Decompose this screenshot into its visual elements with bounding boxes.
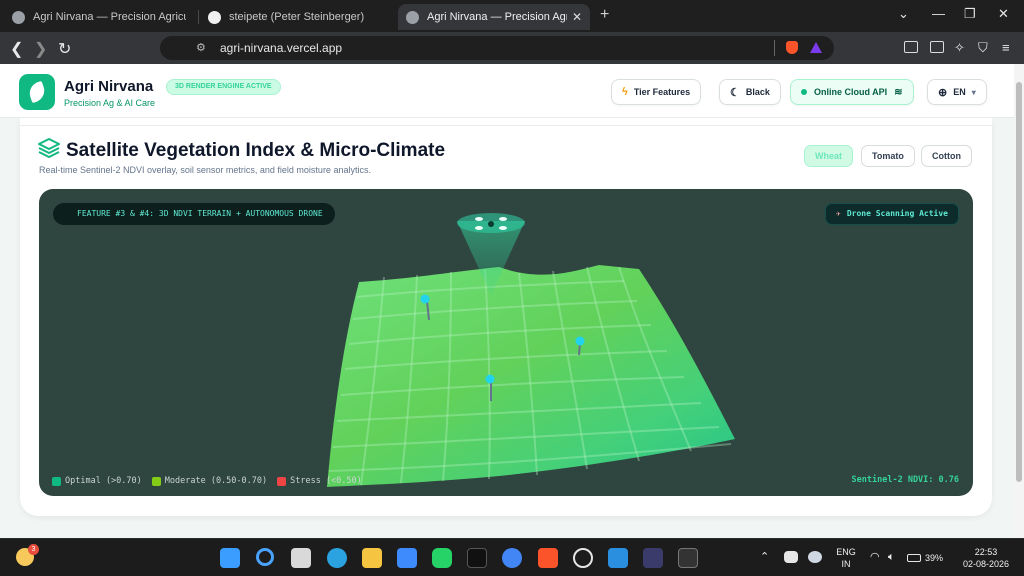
file-explorer-icon[interactable] [362,548,382,568]
section-title: Satellite Vegetation Index & Micro-Clima… [66,140,446,161]
brave-shields-icon[interactable] [786,41,798,54]
github-desktop-icon[interactable] [467,548,487,568]
drone-status-badge: ✈ Drone Scanning Active [825,203,959,225]
cloud-status-label: Online Cloud API [814,87,888,97]
show-hidden-icons[interactable]: ⌃ [760,551,769,563]
legend-item-optimal: Optimal (>0.70) [52,476,142,486]
battery-percent: 39% [925,553,944,563]
language-label: EN [953,87,966,97]
telegram-icon[interactable] [327,548,347,568]
brand-name: Agri Nirvana [64,78,154,95]
cloud-api-status[interactable]: Online Cloud API ≋ [790,79,914,105]
windows-taskbar: 3 ⌃ ENG IN ◠ 🔈︎ 39% 22:53 02-08-2026 [0,538,1024,576]
wifi-icon: ≋ [894,86,903,98]
crop-tomato-button[interactable]: Tomato [861,145,915,167]
back-icon[interactable]: ❮ [10,39,23,59]
lightning-icon: ϟ [622,86,628,98]
drone-status-label: Drone Scanning Active [846,209,948,218]
app-header: Agri Nirvana Precision Ag & AI Care 3D R… [0,64,1014,118]
vpn-shield-icon[interactable]: ⛉ [978,40,988,56]
brand-tagline: Precision Ag & AI Care [64,98,156,108]
url-text: agri-nirvana.vercel.app [220,41,343,55]
crop-cotton-button[interactable]: Cotton [921,145,972,167]
theme-toggle-button[interactable]: ☾ Black [719,79,781,105]
layers-icon [38,138,60,158]
github-icon [208,10,221,24]
address-bar[interactable]: ⚙ agri-nirvana.vercel.app [160,36,834,60]
tab-title: steipete (Peter Steinberger) [229,11,365,23]
crop-wheat-button[interactable]: Wheat [804,145,853,167]
legend-item-moderate: Moderate (0.50-0.70) [151,476,267,486]
app-cube-icon[interactable] [678,548,698,568]
page-content: Agri Nirvana Precision Ag & AI Care 3D R… [0,64,1014,538]
tab-steipete[interactable]: steipete (Peter Steinberger) [200,4,392,30]
windows-start-icon[interactable] [220,548,240,568]
page-scrollbar[interactable] [1014,64,1024,538]
battery-icon[interactable] [907,554,921,562]
tab-agri-nirvana-active[interactable]: Agri Nirvana — Precision Agricul ✕ [398,4,590,30]
feature-badge: FEATURE #3 & #4: 3D NDVI TERRAIN + AUTON… [53,203,335,225]
system-clock[interactable]: 22:53 02-08-2026 [955,546,1017,570]
tier-features-label: Tier Features [633,87,691,97]
menu-icon[interactable]: ≡ [1002,40,1010,55]
globe-icon: ⊕ [938,86,948,99]
whatsapp-icon[interactable] [432,548,452,568]
forward-icon[interactable]: ❯ [34,39,47,59]
leaf-icon [26,80,48,104]
input-language[interactable]: ENG IN [834,546,858,570]
moon-icon: ☾ [730,86,740,99]
browser-toolbar: ❮ ❯ ↻ ☐ ⚙ agri-nirvana.vercel.app ✧ ⛉ ≡ [0,32,1024,64]
search-icon[interactable] [256,548,274,566]
sidebar-icon[interactable] [904,41,918,53]
drone-icon: ✈ [836,209,841,218]
ndvi-legend: Optimal (>0.70) Moderate (0.50-0.70) Str… [52,476,372,486]
language-selector[interactable]: ⊕ EN ▾ [927,79,987,105]
browser-tab-strip: Agri Nirvana — Precision Agriculture ste… [0,0,1024,32]
vscode-icon[interactable] [608,548,628,568]
close-window-icon[interactable]: ✕ [998,6,1009,22]
legend-item-stress: Stress (<0.50) [277,476,362,486]
tab-search-chevron-icon[interactable]: ⌄ [898,6,909,22]
antigravity-icon[interactable] [643,548,663,568]
tab-title: Agri Nirvana — Precision Agricul [427,11,567,23]
new-tab-button[interactable]: + [600,6,609,24]
site-settings-icon[interactable]: ⚙ [196,41,206,54]
section-subtitle: Real-time Sentinel-2 NDVI overlay, soil … [39,165,371,175]
wallet-icon[interactable] [930,41,944,53]
leo-ai-icon[interactable]: ✧ [954,40,965,56]
ndvi-terrain-mesh [327,265,735,487]
render-engine-badge: 3D RENDER ENGINE ACTIVE [166,79,281,95]
ndvi-readout: Sentinel-2 NDVI: 0.76 [851,475,959,485]
chevron-down-icon: ▾ [971,87,976,97]
online-dot-icon [801,89,807,95]
chrome-icon[interactable] [502,548,522,568]
logo[interactable] [19,74,55,110]
volume-icon[interactable]: 🔈︎ [888,551,895,563]
tier-features-button[interactable]: ϟ Tier Features [611,79,702,105]
minimize-icon[interactable]: — [932,6,945,21]
microsoft-store-icon[interactable] [397,548,417,568]
task-view-icon[interactable] [291,548,311,568]
dropbox-icon[interactable] [784,551,798,563]
notification-count-badge: 3 [28,544,39,555]
theme-label: Black [745,87,770,97]
cloud-sync-icon[interactable] [808,551,822,563]
close-tab-icon[interactable]: ✕ [572,10,582,24]
scrollbar-thumb[interactable] [1016,82,1022,482]
brave-icon[interactable] [538,548,558,568]
tab-agri-nirvana[interactable]: Agri Nirvana — Precision Agriculture [4,4,194,30]
tab-title: Agri Nirvana — Precision Agriculture [33,11,186,23]
reload-icon[interactable]: ↻ [58,39,71,59]
wifi-icon[interactable]: ◠ [870,551,880,563]
chatgpt-icon[interactable] [573,548,593,568]
ndvi-terrain-scene [327,213,735,487]
ndvi-3d-viewport[interactable]: FEATURE #3 & #4: 3D NDVI TERRAIN + AUTON… [39,189,973,496]
globe-icon [12,10,25,24]
brave-rewards-icon[interactable] [810,42,822,53]
restore-icon[interactable]: ❐ [964,6,976,22]
globe-icon [406,10,419,24]
